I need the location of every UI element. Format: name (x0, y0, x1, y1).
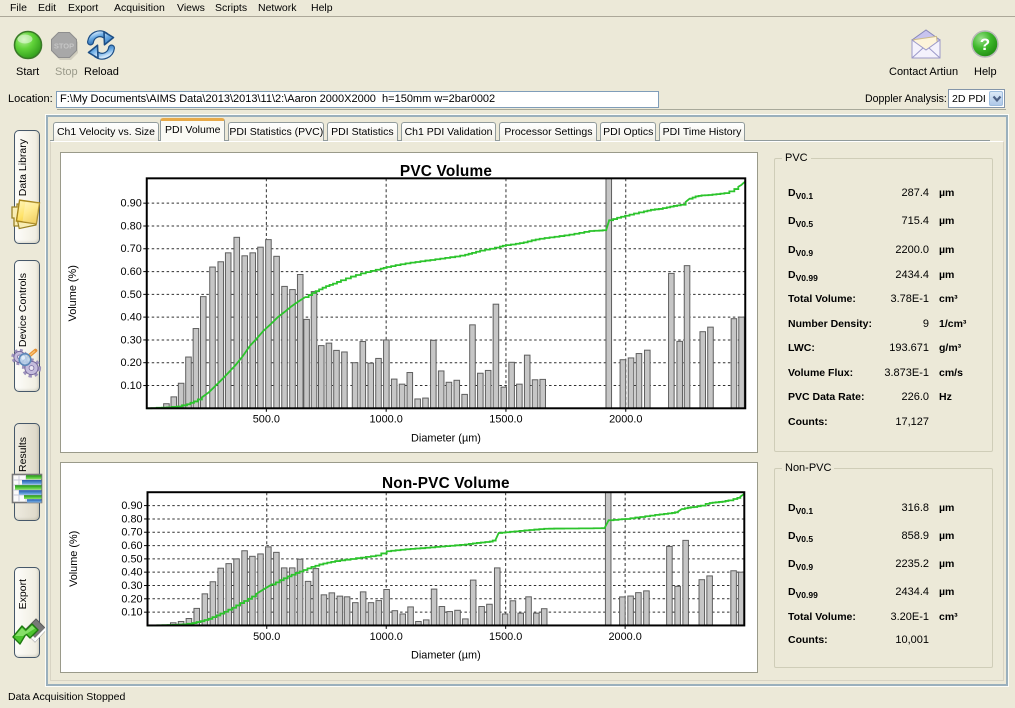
svg-text:0.60: 0.60 (120, 266, 141, 278)
svg-text:1500.0: 1500.0 (489, 414, 522, 426)
svg-text:0.80: 0.80 (120, 220, 141, 232)
svg-text:Volume (%): Volume (%) (68, 531, 80, 587)
svg-text:0.90: 0.90 (120, 198, 141, 210)
svg-text:2000.0: 2000.0 (609, 414, 642, 426)
svg-text:?: ? (980, 35, 990, 54)
svg-text:0.80: 0.80 (121, 513, 142, 525)
svg-text:1500.0: 1500.0 (489, 631, 522, 643)
svg-text:0.40: 0.40 (120, 312, 141, 324)
svg-text:Non-PVC Volume: Non-PVC Volume (381, 475, 509, 492)
svg-text:0.70: 0.70 (120, 243, 141, 255)
svg-text:0.30: 0.30 (120, 334, 141, 346)
svg-text:0.40: 0.40 (121, 567, 142, 579)
svg-text:0.60: 0.60 (121, 540, 142, 552)
svg-text:0.10: 0.10 (121, 607, 142, 619)
svg-text:Diameter (µm): Diameter (µm) (411, 650, 481, 662)
svg-text:PVC Volume: PVC Volume (399, 163, 492, 180)
svg-text:1000.0: 1000.0 (369, 631, 402, 643)
svg-text:2000.0: 2000.0 (608, 631, 641, 643)
svg-text:STOP: STOP (54, 41, 74, 50)
svg-text:500.0: 500.0 (252, 414, 279, 426)
svg-text:0.90: 0.90 (121, 500, 142, 512)
svg-text:0.20: 0.20 (120, 357, 141, 369)
svg-text:0.20: 0.20 (121, 593, 142, 605)
svg-text:0.30: 0.30 (121, 580, 142, 592)
svg-text:500.0: 500.0 (253, 631, 280, 643)
svg-text:0.50: 0.50 (120, 289, 141, 301)
svg-text:0.10: 0.10 (120, 380, 141, 392)
svg-text:0.50: 0.50 (121, 553, 142, 565)
svg-text:0.70: 0.70 (121, 527, 142, 539)
svg-text:Volume (%): Volume (%) (67, 265, 79, 321)
svg-text:Diameter (µm): Diameter (µm) (411, 433, 481, 445)
svg-text:1000.0: 1000.0 (369, 414, 402, 426)
